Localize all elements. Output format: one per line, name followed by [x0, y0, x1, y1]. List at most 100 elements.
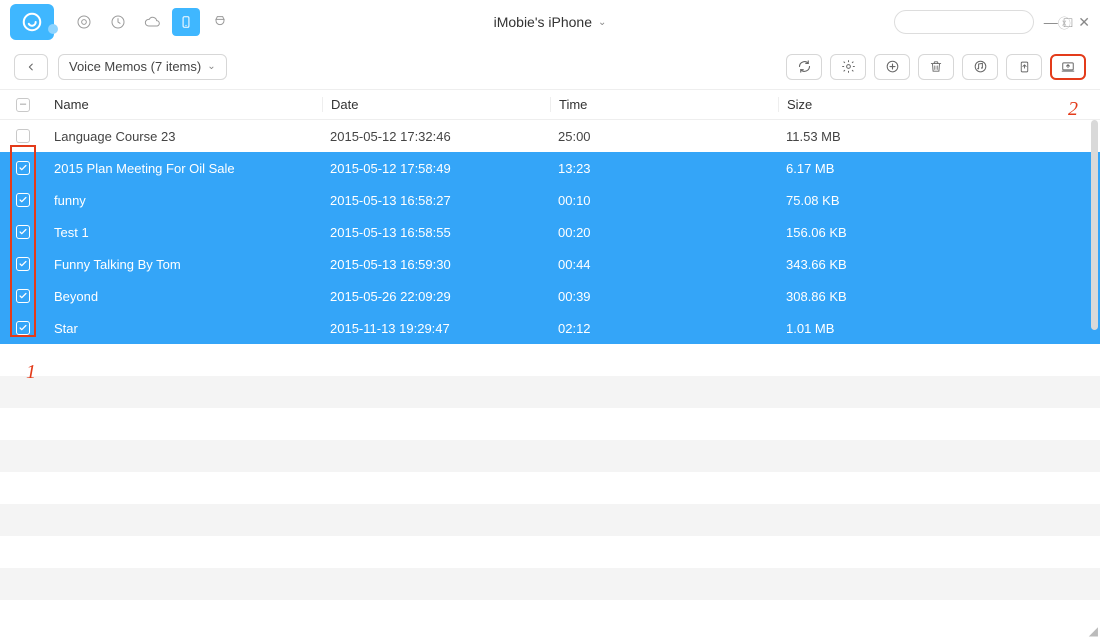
app-logo — [10, 4, 54, 40]
blank-area — [0, 344, 1100, 632]
cell-date: 2015-05-13 16:58:55 — [322, 225, 550, 240]
cell-size: 11.53 MB — [778, 129, 1100, 144]
cell-time: 00:10 — [550, 193, 778, 208]
cell-time: 00:44 — [550, 257, 778, 272]
row-checkbox-cell — [0, 193, 46, 207]
row-checkbox[interactable] — [16, 225, 30, 239]
row-checkbox-cell — [0, 161, 46, 175]
scrollbar[interactable] — [1091, 120, 1098, 330]
header-checkbox-cell: – — [0, 98, 46, 112]
nav-device-icon[interactable] — [172, 8, 200, 36]
device-title[interactable]: iMobie's iPhone ⌄ — [494, 14, 607, 30]
cell-name: Funny Talking By Tom — [46, 257, 322, 272]
cell-time: 25:00 — [550, 129, 778, 144]
close-button[interactable]: ✕ — [1078, 14, 1090, 31]
cell-date: 2015-05-12 17:32:46 — [322, 129, 550, 144]
row-checkbox[interactable] — [16, 129, 30, 143]
cell-size: 308.86 KB — [778, 289, 1100, 304]
topbar-right: ⓧ — □ ✕ — [894, 10, 1090, 34]
breadcrumb[interactable]: Voice Memos (7 items) ⌄ — [58, 54, 227, 80]
column-header-date[interactable]: Date — [322, 97, 550, 112]
search-input[interactable] — [903, 15, 1058, 29]
blank-row — [0, 408, 1100, 440]
row-checkbox-cell — [0, 289, 46, 303]
row-checkbox-cell — [0, 257, 46, 271]
to-device-button[interactable] — [1006, 54, 1042, 80]
annotation-2: 2 — [1068, 98, 1078, 121]
topbar: iMobie's iPhone ⌄ ⓧ — □ ✕ — [0, 0, 1100, 44]
delete-button[interactable] — [918, 54, 954, 80]
row-checkbox[interactable] — [16, 257, 30, 271]
blank-row — [0, 440, 1100, 472]
settings-button[interactable] — [830, 54, 866, 80]
cell-date: 2015-05-13 16:59:30 — [322, 257, 550, 272]
cell-size: 156.06 KB — [778, 225, 1100, 240]
cell-date: 2015-05-13 16:58:27 — [322, 193, 550, 208]
annotation-1: 1 — [26, 361, 36, 384]
cell-name: funny — [46, 193, 322, 208]
clear-search-icon[interactable]: ⓧ — [1058, 13, 1071, 32]
row-checkbox-cell — [0, 129, 46, 143]
blank-row — [0, 600, 1100, 632]
cell-time: 02:12 — [550, 321, 778, 336]
cell-name: Beyond — [46, 289, 322, 304]
cell-time: 13:23 — [550, 161, 778, 176]
chevron-down-icon: ⌄ — [207, 61, 215, 72]
row-checkbox-cell — [0, 225, 46, 239]
cell-date: 2015-05-12 17:58:49 — [322, 161, 550, 176]
cell-size: 343.66 KB — [778, 257, 1100, 272]
column-header-name[interactable]: Name — [46, 97, 322, 112]
toolbar: Voice Memos (7 items) ⌄ — [0, 44, 1100, 90]
nav-cloud-icon[interactable] — [138, 8, 166, 36]
blank-row — [0, 504, 1100, 536]
blank-row — [0, 472, 1100, 504]
table-row[interactable]: Funny Talking By Tom2015-05-13 16:59:300… — [0, 248, 1100, 280]
to-computer-button[interactable] — [1050, 54, 1086, 80]
cell-size: 1.01 MB — [778, 321, 1100, 336]
blank-row — [0, 536, 1100, 568]
device-title-label: iMobie's iPhone — [494, 14, 592, 30]
column-header-time[interactable]: Time — [550, 97, 778, 112]
breadcrumb-label: Voice Memos (7 items) — [69, 59, 201, 74]
toolbar-actions — [786, 54, 1086, 80]
row-checkbox[interactable] — [16, 289, 30, 303]
refresh-button[interactable] — [786, 54, 822, 80]
table-row[interactable]: Test 12015-05-13 16:58:5500:20156.06 KB — [0, 216, 1100, 248]
search-box[interactable]: ⓧ — [894, 10, 1034, 34]
row-checkbox[interactable] — [16, 193, 30, 207]
cell-date: 2015-05-26 22:09:29 — [322, 289, 550, 304]
cell-name: Star — [46, 321, 322, 336]
cell-size: 6.17 MB — [778, 161, 1100, 176]
nav-clock-icon[interactable] — [104, 8, 132, 36]
cell-time: 00:20 — [550, 225, 778, 240]
nav-audio-icon[interactable] — [70, 8, 98, 36]
nav-icons — [70, 8, 234, 36]
table-row[interactable]: funny2015-05-13 16:58:2700:1075.08 KB — [0, 184, 1100, 216]
row-checkbox[interactable] — [16, 161, 30, 175]
column-header-size[interactable]: Size — [778, 97, 1100, 112]
row-checkbox[interactable] — [16, 321, 30, 335]
table-row[interactable]: Beyond2015-05-26 22:09:2900:39308.86 KB — [0, 280, 1100, 312]
nav-apps-icon[interactable] — [206, 8, 234, 36]
blank-row — [0, 344, 1100, 376]
blank-row — [0, 376, 1100, 408]
table-body: Language Course 232015-05-12 17:32:4625:… — [0, 120, 1100, 632]
table-row[interactable]: Language Course 232015-05-12 17:32:4625:… — [0, 120, 1100, 152]
add-button[interactable] — [874, 54, 910, 80]
cell-size: 75.08 KB — [778, 193, 1100, 208]
cell-name: Test 1 — [46, 225, 322, 240]
row-checkbox-cell — [0, 321, 46, 335]
cell-name: 2015 Plan Meeting For Oil Sale — [46, 161, 322, 176]
table-row[interactable]: 2015 Plan Meeting For Oil Sale2015-05-12… — [0, 152, 1100, 184]
select-all-checkbox[interactable]: – — [16, 98, 30, 112]
table-header: – Name Date Time Size — [0, 90, 1100, 120]
to-itunes-button[interactable] — [962, 54, 998, 80]
cell-time: 00:39 — [550, 289, 778, 304]
back-button[interactable] — [14, 54, 48, 80]
table-row[interactable]: Star2015-11-13 19:29:4702:121.01 MB — [0, 312, 1100, 344]
app-window: iMobie's iPhone ⌄ ⓧ — □ ✕ Voice Memos (7… — [0, 0, 1100, 640]
cell-name: Language Course 23 — [46, 129, 322, 144]
cell-date: 2015-11-13 19:29:47 — [322, 321, 550, 336]
blank-row — [0, 568, 1100, 600]
chevron-down-icon: ⌄ — [598, 17, 606, 28]
